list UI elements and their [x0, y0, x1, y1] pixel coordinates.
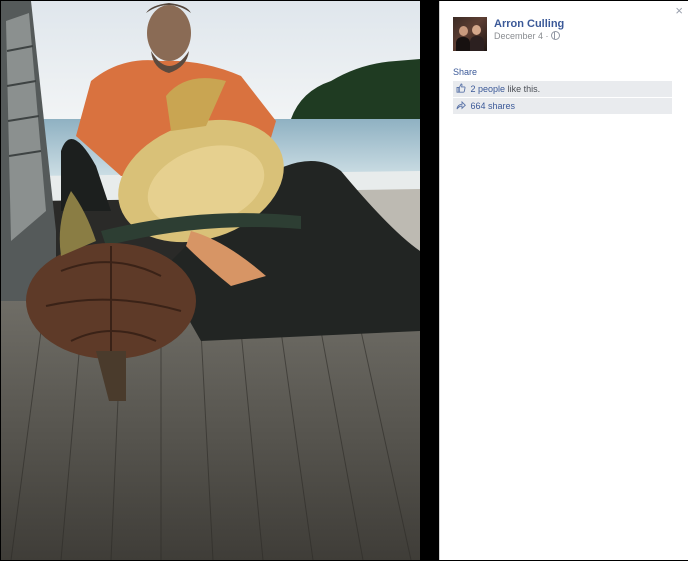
close-icon[interactable]: ×	[675, 4, 683, 18]
share-button[interactable]: Share	[453, 67, 477, 77]
avatar-person-right-face	[472, 25, 481, 35]
globe-icon[interactable]	[551, 31, 561, 40]
likes-link[interactable]: 2 people	[471, 84, 506, 94]
shares-link[interactable]: 664 shares	[471, 101, 516, 111]
avatar-person-left-body	[456, 37, 470, 51]
shares-summary: 664 shares	[453, 98, 672, 114]
avatar[interactable]	[453, 17, 487, 51]
post-meta: December 4 ·	[494, 31, 561, 41]
photo-image	[1, 1, 420, 560]
share-arrow-icon	[456, 100, 466, 110]
post-date[interactable]: December 4	[494, 31, 543, 41]
likes-summary: 2 people like this.	[453, 81, 672, 97]
likes-suffix: like this.	[507, 84, 541, 94]
photo-viewer: × Arron Culling December 4 · Share 2 peo…	[0, 0, 688, 561]
avatar-person-left-face	[459, 26, 468, 36]
post-sidebar: × Arron Culling December 4 · Share 2 peo…	[439, 1, 688, 560]
meta-separator: ·	[545, 31, 549, 41]
post-photo[interactable]	[1, 1, 420, 560]
thumbs-up-icon	[456, 83, 466, 93]
author-name-link[interactable]: Arron Culling	[494, 18, 564, 30]
avatar-person-right-body	[470, 36, 484, 51]
